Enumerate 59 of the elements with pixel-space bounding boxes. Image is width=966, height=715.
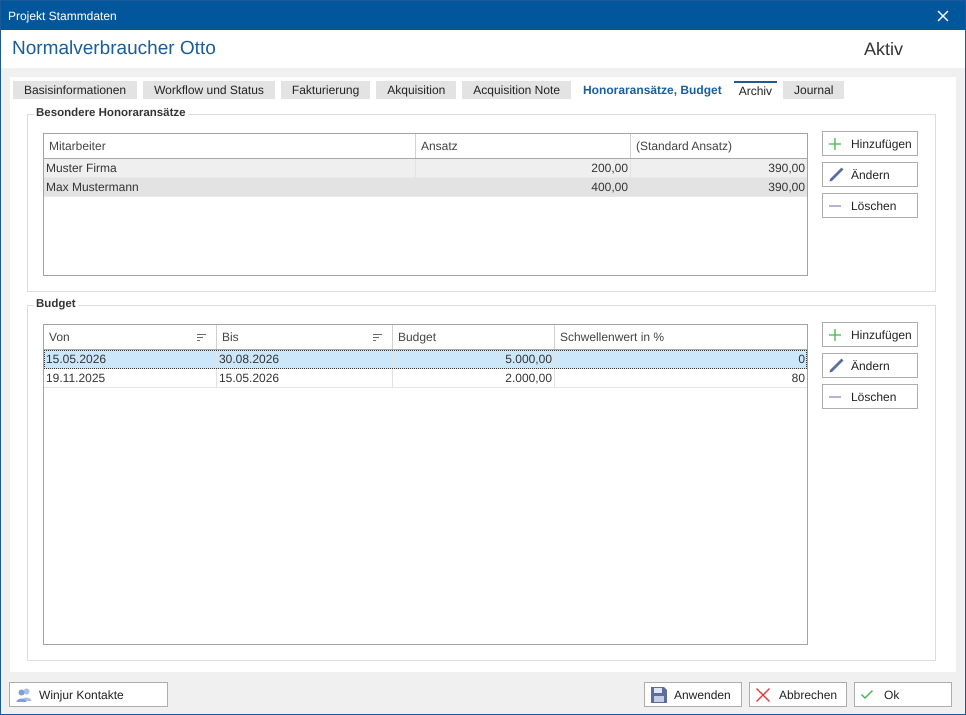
table-cell: 30.08.2026 xyxy=(217,350,393,368)
tab[interactable]: Honoraransätze, Budget xyxy=(577,81,728,99)
tab[interactable]: Basisinformationen xyxy=(13,81,138,99)
x-icon xyxy=(756,688,770,702)
column-header[interactable]: (Standard Ansatz) xyxy=(631,134,807,158)
table-cell-text: 0 xyxy=(797,351,806,368)
column-header[interactable]: Mitarbeiter xyxy=(44,134,416,158)
pencil-icon xyxy=(829,358,844,373)
check-icon xyxy=(861,690,873,699)
edit-button[interactable]: Ändern xyxy=(822,162,918,187)
tab[interactable]: Journal xyxy=(783,81,844,99)
sort-icon[interactable] xyxy=(373,334,382,340)
minus-icon xyxy=(829,204,841,206)
sort-icon[interactable] xyxy=(197,334,206,340)
delete-button[interactable]: Löschen xyxy=(822,193,918,218)
add-button[interactable]: Hinzufügen xyxy=(822,131,918,156)
table-row[interactable]: 19.11.2025 15.05.2026 2.000,00 80 xyxy=(44,369,807,388)
people-icon xyxy=(16,688,32,702)
close-icon[interactable] xyxy=(937,10,949,22)
table-row[interactable]: 15.05.2026 30.08.2026 5.000,00 0 xyxy=(44,350,807,369)
table-cell-text: 390,00 xyxy=(767,160,806,177)
plus-icon xyxy=(829,328,841,340)
table-cell-text: 80 xyxy=(790,370,806,387)
pencil-icon xyxy=(829,167,844,182)
table-cell: Max Mustermann xyxy=(44,178,416,196)
table-cell: Muster Firma xyxy=(44,159,416,177)
column-header[interactable]: Von xyxy=(44,325,217,349)
column-header[interactable]: Budget xyxy=(393,325,555,349)
table-cell: 15.05.2026 xyxy=(217,369,393,387)
table-cell-text: 390,00 xyxy=(767,179,806,196)
tab[interactable]: Fakturierung xyxy=(280,81,370,99)
table-row[interactable]: Max Mustermann 400,00 390,00 xyxy=(44,178,807,197)
minus-icon xyxy=(829,396,841,398)
table-cell: 15.05.2026 xyxy=(44,350,217,368)
contacts-button[interactable]: Winjur Kontakte xyxy=(9,682,168,707)
column-header[interactable]: Schwellenwert in % xyxy=(555,325,807,349)
tab[interactable]: Acquisition Note xyxy=(462,81,572,99)
column-header[interactable]: Ansatz xyxy=(416,134,631,158)
table-cell: 5.000,00 xyxy=(393,350,555,368)
column-header[interactable]: Bis xyxy=(217,325,393,349)
cancel-button[interactable]: Abbrechen xyxy=(749,682,847,707)
plus-icon xyxy=(829,138,841,150)
record-name: Normalverbraucher Otto xyxy=(12,38,216,60)
table-cell: 400,00 xyxy=(416,178,631,196)
tab[interactable]: Akquisition xyxy=(376,81,456,99)
table-cell: 19.11.2025 xyxy=(44,369,217,387)
tab[interactable]: Workflow und Status xyxy=(143,81,275,99)
status-label: Aktiv xyxy=(864,38,903,60)
table-cell: 2.000,00 xyxy=(393,369,555,387)
ok-button[interactable]: Ok xyxy=(854,682,952,707)
apply-button[interactable]: Anwenden xyxy=(644,682,742,707)
group-title: Besondere Honoraransätze xyxy=(34,107,188,119)
add-button[interactable]: Hinzufügen xyxy=(822,322,918,347)
table-cell: 200,00 xyxy=(416,159,631,177)
group-title: Budget xyxy=(34,298,78,310)
table-row[interactable]: Muster Firma 200,00 390,00 xyxy=(44,159,807,178)
edit-button[interactable]: Ändern xyxy=(822,353,918,378)
delete-button[interactable]: Löschen xyxy=(822,384,918,409)
window-title: Projekt Stammdaten xyxy=(8,8,117,22)
